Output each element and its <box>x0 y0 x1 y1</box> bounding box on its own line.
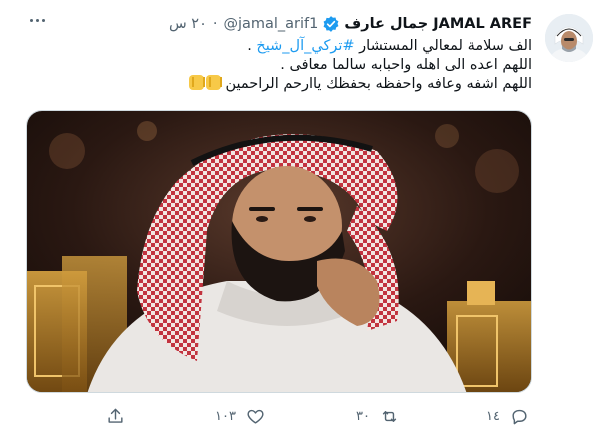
retweet-count: ٣٠ <box>356 408 370 424</box>
tweet-card: جمال عارف JAMAL AREF @jamal_arif1 · ٢٠ س… <box>0 0 606 436</box>
tweet-actions-bar: ١٠٣ ٣٠ ١٤ <box>0 398 606 434</box>
tweet-line-1-text: الف سلامة لمعالي المستشار <box>354 38 532 54</box>
retweet-icon <box>382 410 397 422</box>
reply-count: ١٤ <box>486 408 500 424</box>
author-handle[interactable]: @jamal_arif1 <box>223 16 318 32</box>
heart-icon <box>247 409 264 424</box>
more-icon <box>29 18 33 22</box>
reply-icon <box>512 409 527 424</box>
tweet-media-photo[interactable] <box>26 110 532 393</box>
tweet-text: الف سلامة لمعالي المستشار #تركي_آل_شيخ .… <box>72 37 532 94</box>
praying-hands-icon <box>188 75 205 90</box>
avatar-image <box>545 14 593 62</box>
reply-button[interactable]: ١٤ <box>486 404 529 428</box>
avatar[interactable] <box>545 14 593 62</box>
more-options-button[interactable] <box>22 8 52 32</box>
praying-hands-icon <box>205 75 222 90</box>
tweet-line-3: اللهم اشفه وعافه واحفظه بحفظك ياارحم الر… <box>72 75 532 94</box>
verified-badge-icon <box>323 16 339 32</box>
photo-image <box>27 111 531 392</box>
author-name[interactable]: جمال عارف JAMAL AREF <box>344 16 532 32</box>
like-button[interactable]: ١٠٣ <box>215 404 265 428</box>
share-button[interactable] <box>106 404 125 428</box>
separator-dot: · <box>212 16 218 32</box>
like-count: ١٠٣ <box>215 408 236 424</box>
tweet-line-2: اللهم اعده الى اهله واحبابه سالما معافى … <box>280 57 532 73</box>
tweet-header: جمال عارف JAMAL AREF @jamal_arif1 · ٢٠ س <box>169 13 532 35</box>
tweet-line-1: الف سلامة لمعالي المستشار #تركي_آل_شيخ . <box>72 37 532 56</box>
tweet-line-3-text: اللهم اشفه وعافه واحفظه بحفظك ياارحم الر… <box>225 76 532 92</box>
hashtag-link[interactable]: #تركي_آل_شيخ <box>256 38 354 54</box>
timestamp[interactable]: ٢٠ س <box>169 16 207 32</box>
retweet-button[interactable]: ٣٠ <box>356 404 399 428</box>
share-icon <box>108 408 123 423</box>
